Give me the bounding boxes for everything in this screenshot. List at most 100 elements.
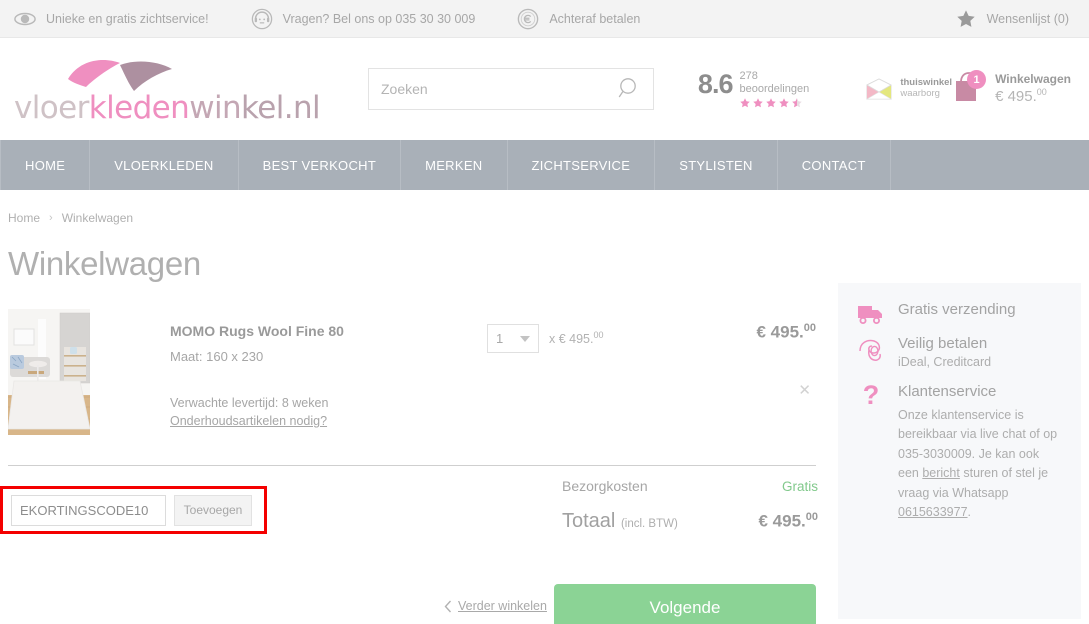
quantity-area: 1 x € 495.00 bbox=[487, 324, 604, 353]
usp-payment-subtitle: iDeal, Creditcard bbox=[898, 355, 992, 369]
cart-amount: € 495.00 bbox=[995, 86, 1047, 105]
star-icon bbox=[740, 97, 751, 107]
truck-icon bbox=[858, 306, 882, 324]
usp-icon-wrap: ? bbox=[856, 380, 886, 522]
usp-icon-wrap bbox=[856, 301, 886, 325]
logo-part-1: vloer bbox=[14, 89, 89, 126]
shipping-value: Gratis bbox=[781, 479, 818, 494]
product-thumbnail[interactable] bbox=[8, 309, 90, 435]
unit-price: x € 495.00 bbox=[549, 330, 604, 347]
chevron-left-icon bbox=[444, 600, 452, 612]
total-label: Totaal (incl. BTW) bbox=[562, 510, 678, 532]
logo-part-3: win bbox=[189, 89, 242, 126]
coupon-and-totals-row: Toevoegen Bezorgkosten Gratis Totaal (in… bbox=[0, 478, 838, 536]
breadcrumb: Home › Winkelwagen bbox=[0, 190, 1089, 225]
product-info: MOMO Rugs Wool Fine 80 Maat: 160 x 230 V… bbox=[170, 309, 470, 435]
nav-item-vloerkleden[interactable]: VLOERKLEDEN bbox=[90, 140, 239, 190]
logo-part-4: kel.nl bbox=[241, 89, 321, 126]
coupon-input[interactable] bbox=[11, 494, 166, 526]
rating-count: 278 beoordelingen bbox=[739, 70, 810, 95]
cart-line-item: MOMO Rugs Wool Fine 80 Maat: 160 x 230 V… bbox=[8, 309, 838, 453]
continue-shopping-label: Verder winkelen bbox=[458, 599, 547, 613]
star-icon bbox=[753, 97, 764, 107]
star-icon bbox=[956, 9, 975, 27]
logo-part-2: kleden bbox=[88, 89, 190, 126]
usp-service-title: Klantenservice bbox=[898, 383, 997, 400]
nav-item-contact[interactable]: CONTACT bbox=[778, 140, 891, 190]
total-value: € 495.00 bbox=[758, 511, 818, 531]
star-icon bbox=[779, 97, 790, 107]
main-navigation: HOME VLOERKLEDEN BEST VERKOCHT MERKEN ZI… bbox=[0, 140, 1089, 190]
search-box[interactable] bbox=[368, 68, 654, 110]
trustmark-line-2: waarborg bbox=[900, 88, 940, 99]
chevron-down-icon bbox=[520, 335, 530, 342]
totals-summary: Bezorgkosten Gratis Totaal (incl. BTW) €… bbox=[562, 478, 818, 533]
usp-shipping-title: Gratis verzending bbox=[898, 301, 1016, 318]
coupon-highlight-box: Toevoegen bbox=[0, 486, 267, 534]
nav-item-home[interactable]: HOME bbox=[0, 140, 91, 190]
rating-score: 8.6 bbox=[697, 69, 734, 100]
nav-item-best-verkocht[interactable]: BEST VERKOCHT bbox=[239, 140, 402, 190]
nav-item-merken[interactable]: MERKEN bbox=[401, 140, 508, 190]
continue-shopping-link[interactable]: Verder winkelen bbox=[444, 599, 547, 613]
topbar-item-label: Vragen? Bel ons op 035 30 30 009 bbox=[282, 11, 476, 26]
living-room-photo-icon bbox=[8, 309, 90, 435]
nav-item-zichtservice[interactable]: ZICHTSERVICE bbox=[508, 140, 656, 190]
site-header: vloerkledenwinkel.nl 8.6 278 beoordeling… bbox=[0, 38, 1089, 140]
topbar-item-phone[interactable]: Vragen? Bel ons op 035 30 30 009 bbox=[251, 8, 476, 30]
top-utility-bar: Unieke en gratis zichtservice! Vragen? B… bbox=[0, 0, 1089, 38]
header-cart[interactable]: 1 Winkelwagen € 495.00 bbox=[952, 69, 1071, 109]
nav-item-stylisten[interactable]: STYLISTEN bbox=[655, 140, 778, 190]
usp-service-body: Onze klantenservice is bereikbaar via li… bbox=[898, 406, 1063, 522]
service-whatsapp-link[interactable]: 0615633977 bbox=[898, 505, 968, 519]
search-icon[interactable] bbox=[617, 76, 643, 102]
search-input[interactable] bbox=[369, 81, 617, 97]
breadcrumb-current: Winkelwagen bbox=[61, 211, 134, 225]
cart-icon-wrapper[interactable]: 1 bbox=[952, 69, 987, 109]
thuiswinkel-trustmark[interactable]: thuiswinkel waarborg bbox=[864, 76, 952, 102]
remove-item-icon[interactable]: ✕ bbox=[798, 383, 811, 398]
quantity-select[interactable]: 1 bbox=[487, 324, 539, 353]
usp-payment-title: Veilig betalen bbox=[898, 335, 988, 352]
headset-support-icon bbox=[251, 8, 272, 29]
breadcrumb-home[interactable]: Home bbox=[8, 211, 40, 225]
total-row: Totaal (incl. BTW) € 495.00 bbox=[562, 510, 818, 533]
topbar-item-label: Unieke en gratis zichtservice! bbox=[46, 11, 209, 26]
next-button[interactable]: Volgende bbox=[554, 584, 816, 624]
cart-actions: Verder winkelen Volgende bbox=[8, 584, 838, 624]
service-message-link[interactable]: bericht bbox=[922, 466, 960, 480]
cart-badge: 1 bbox=[967, 70, 987, 89]
site-logo[interactable]: vloerkledenwinkel.nl bbox=[14, 53, 321, 126]
line-total-price: € 495.00 bbox=[756, 322, 816, 342]
usp-icon-wrap bbox=[856, 335, 886, 369]
shipping-label: Bezorgkosten bbox=[562, 478, 648, 494]
topbar-item-achteraf-betalen[interactable]: Achteraf betalen bbox=[517, 8, 640, 30]
eye-icon bbox=[14, 12, 36, 25]
wishlist-label: Wensenlijst (0) bbox=[986, 11, 1069, 26]
topbar-item-zichtservice[interactable]: Unieke en gratis zichtservice! bbox=[14, 8, 209, 30]
page-title: Winkelwagen bbox=[8, 245, 201, 282]
usp-customer-service: ? Klantenservice Onze klantenservice is … bbox=[856, 380, 1063, 522]
cart-divider bbox=[8, 465, 816, 466]
product-name[interactable]: MOMO Rugs Wool Fine 80 bbox=[170, 323, 470, 339]
quantity-value: 1 bbox=[496, 331, 504, 346]
question-mark-icon: ? bbox=[862, 380, 880, 410]
rating-widget[interactable]: 8.6 278 beoordelingen bbox=[698, 69, 824, 108]
star-half-icon bbox=[792, 97, 803, 107]
cart-label: Winkelwagen bbox=[995, 71, 1071, 86]
usp-sidebar: Gratis verzending Veilig betalen iDeal, … bbox=[838, 283, 1081, 619]
euro-coin-icon bbox=[518, 8, 539, 29]
main-content: MOMO Rugs Wool Fine 80 Maat: 160 x 230 V… bbox=[0, 283, 1089, 624]
logo-wordmark: vloerkledenwinkel.nl bbox=[14, 89, 321, 126]
chevron-right-icon: › bbox=[49, 212, 53, 224]
topbar-item-label: Achteraf betalen bbox=[549, 11, 641, 26]
coupon-add-button[interactable]: Toevoegen bbox=[174, 494, 252, 526]
rating-stars bbox=[739, 97, 824, 109]
logo-swoosh-icon bbox=[68, 59, 172, 91]
maintenance-products-link[interactable]: Onderhoudsartikelen nodig? bbox=[170, 414, 327, 428]
topbar-wishlist[interactable]: Wensenlijst (0) bbox=[955, 8, 1069, 30]
secure-hand-icon bbox=[859, 339, 881, 361]
service-text-3: . bbox=[967, 504, 972, 519]
shipping-row: Bezorgkosten Gratis bbox=[562, 478, 818, 494]
star-icon bbox=[766, 97, 777, 107]
